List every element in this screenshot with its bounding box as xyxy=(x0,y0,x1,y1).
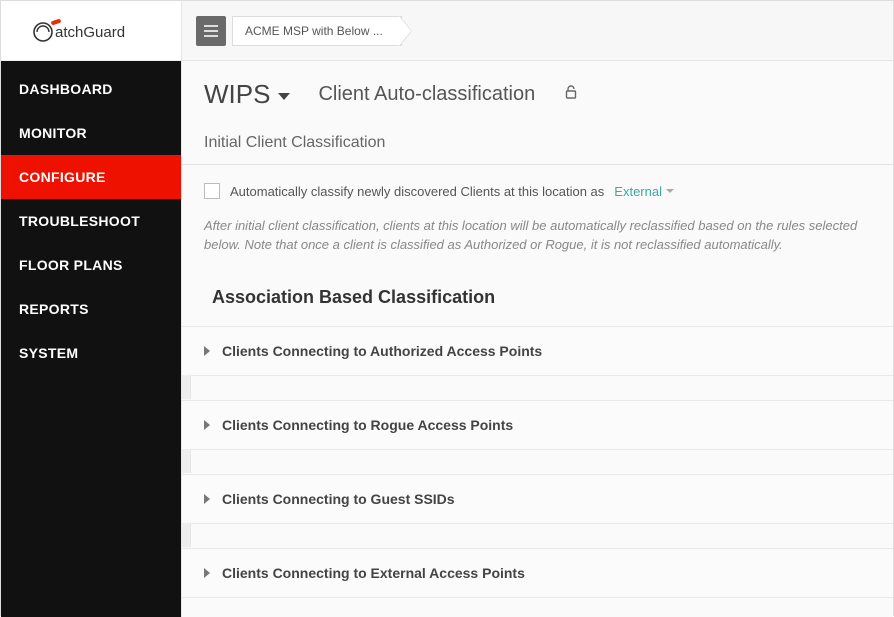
section-dropdown[interactable]: WIPS xyxy=(204,79,290,110)
accordion-authorized-aps[interactable]: Clients Connecting to Authorized Access … xyxy=(182,326,893,376)
chevron-right-icon xyxy=(204,568,210,578)
auto-classify-label: Automatically classify newly discovered … xyxy=(230,184,604,199)
accordion-guest-ssids[interactable]: Clients Connecting to Guest SSIDs xyxy=(182,474,893,524)
sidebar: DASHBOARD MONITOR CONFIGURE TROUBLESHOOT… xyxy=(1,61,181,617)
chevron-right-icon xyxy=(204,420,210,430)
sidebar-item-dashboard[interactable]: DASHBOARD xyxy=(1,67,181,111)
accordion-rogue-aps[interactable]: Clients Connecting to Rogue Access Point… xyxy=(182,400,893,450)
section-heading-initial: Initial Client Classification xyxy=(182,124,893,165)
main-content: WIPS Client Auto-classification Initial … xyxy=(181,61,893,617)
menu-toggle-button[interactable] xyxy=(196,16,226,46)
auto-classify-checkbox[interactable] xyxy=(204,183,220,199)
sidebar-item-configure[interactable]: CONFIGURE xyxy=(1,155,181,199)
section-dropdown-label: WIPS xyxy=(204,79,270,110)
accordion-external-aps[interactable]: Clients Connecting to External Access Po… xyxy=(182,548,893,598)
sidebar-item-troubleshoot[interactable]: TROUBLESHOOT xyxy=(1,199,181,243)
accordion-title: Clients Connecting to Authorized Access … xyxy=(222,343,542,359)
sidebar-item-reports[interactable]: REPORTS xyxy=(1,287,181,331)
chevron-right-icon xyxy=(204,494,210,504)
breadcrumb[interactable]: ACME MSP with Below ... xyxy=(232,16,402,46)
chevron-down-icon xyxy=(666,189,674,193)
svg-text:atchGuard: atchGuard xyxy=(55,24,125,41)
classification-select[interactable]: External xyxy=(614,184,674,199)
sidebar-item-floorplans[interactable]: FLOOR PLANS xyxy=(1,243,181,287)
helptext: After initial client classification, cli… xyxy=(182,207,893,279)
sidebar-item-monitor[interactable]: MONITOR xyxy=(1,111,181,155)
accordion-title: Clients Connecting to External Access Po… xyxy=(222,565,525,581)
chevron-right-icon xyxy=(204,346,210,356)
accordion-title: Clients Connecting to Rogue Access Point… xyxy=(222,417,513,433)
association-heading: Association Based Classification xyxy=(182,279,893,326)
page-title: Client Auto-classification xyxy=(318,83,535,106)
lock-icon[interactable] xyxy=(563,84,579,105)
classification-select-value: External xyxy=(614,184,662,199)
sidebar-item-system[interactable]: SYSTEM xyxy=(1,331,181,375)
breadcrumb-label: ACME MSP with Below ... xyxy=(245,24,383,38)
accordion-title: Clients Connecting to Guest SSIDs xyxy=(222,491,455,507)
chevron-down-icon xyxy=(278,93,290,100)
brand-logo: atchGuard xyxy=(1,1,181,61)
